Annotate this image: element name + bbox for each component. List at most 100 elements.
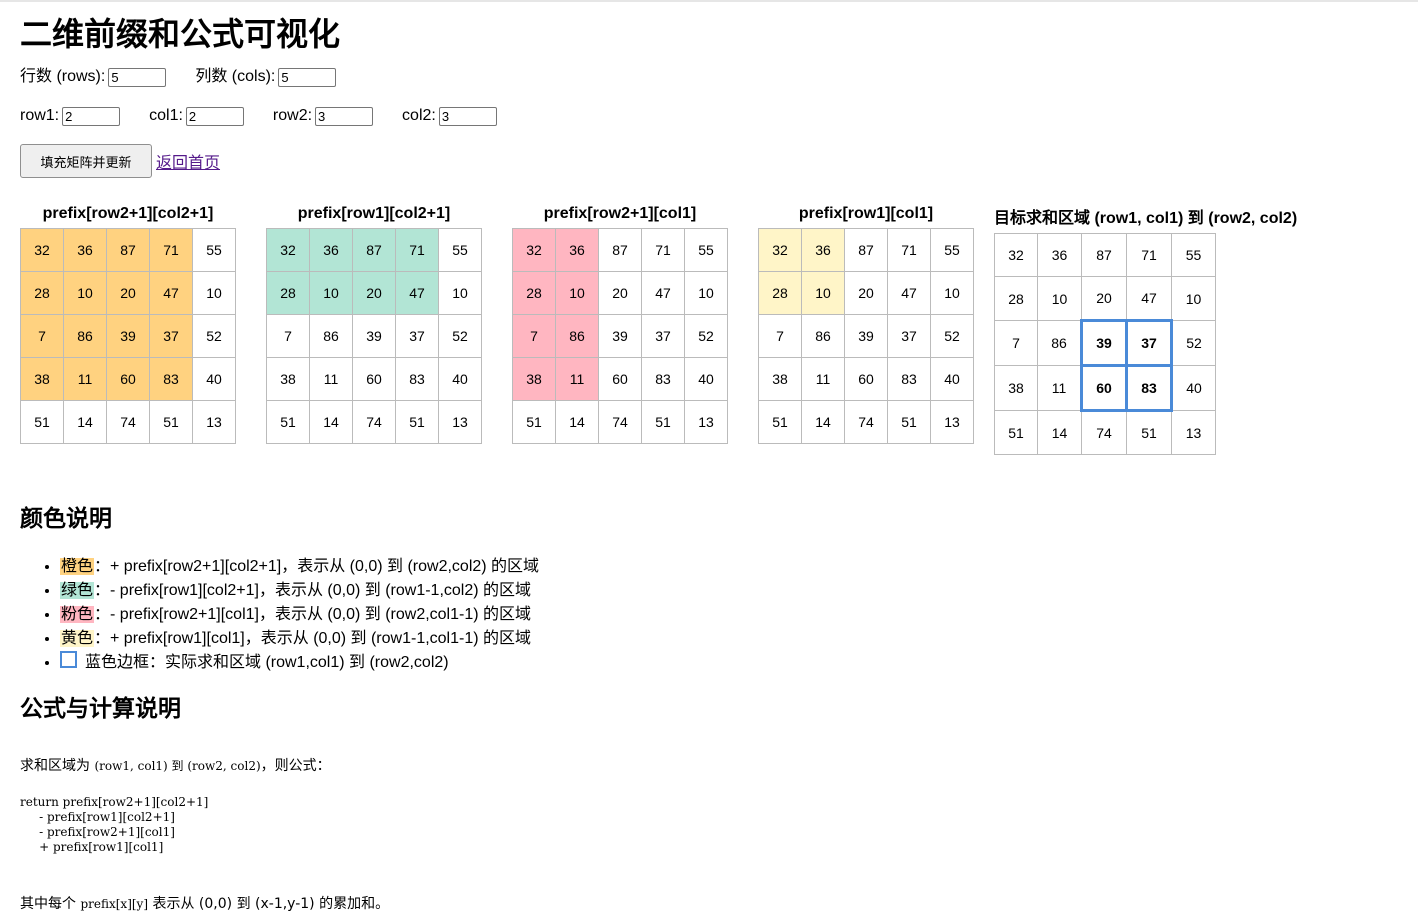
matrix-cell: 40 (930, 357, 974, 401)
matrix-row: 32 36 87 71 55 (20, 228, 236, 272)
matrix-row: 38 11 60 83 40 (758, 357, 974, 401)
prefix-matrix: 32 36 87 71 55 28 10 20 47 10 7 86 39 37 52 38 11 60 83 40 5… (20, 228, 236, 444)
matrix-row: 32 36 87 71 55 (758, 228, 974, 272)
legend-item-text: ：- prefix[row2+1][col1]，表示从 (0,0) 到 (row… (94, 606, 532, 623)
matrix-cell: 86 (1037, 320, 1082, 366)
matrix-cell: 13 (192, 400, 236, 444)
matrix-cell: 38 (266, 357, 310, 401)
matrix-cell: 60 (598, 357, 642, 401)
matrix-cell: 86 (555, 314, 599, 358)
cols-label-text: 列数 (cols): (195, 68, 276, 85)
matrix-cell: 7 (758, 314, 802, 358)
target-matrix: 32 36 87 71 55 28 10 20 47 10 7 86 39 37 52 38 11 60 83 40 5… (994, 233, 1216, 455)
prefix-panel-title: prefix[row2+1][col2+1] (42, 205, 214, 222)
matrix-cell: 10 (1171, 276, 1216, 321)
cols-input[interactable] (278, 67, 337, 87)
matrix-cell: 55 (930, 228, 974, 272)
matrix-cell: 87 (106, 228, 150, 272)
matrix-cell: 47 (1126, 276, 1172, 321)
formula-footer-code: prefix[x][y] (80, 897, 149, 911)
prefix-matrix: 32 36 87 71 55 28 10 20 47 10 7 86 39 37 52 38 11 60 83 40 5… (266, 228, 482, 444)
formula-intro: 求和区域为 (row1, col1) 到 (row2, col2)，则公式： (20, 755, 1418, 775)
matrix-cell: 11 (63, 357, 107, 401)
legend-item-text: ：+ prefix[row1][col1]，表示从 (0,0) 到 (row1-… (94, 630, 532, 647)
matrix-cell: 74 (352, 400, 396, 444)
matrix-row: 7 86 39 37 52 (20, 314, 236, 358)
rows-label: 行数 (rows): (20, 66, 167, 88)
back-home-link[interactable]: 返回首页 (156, 149, 220, 173)
matrix-cell: 7 (266, 314, 310, 358)
legend-color-tag: 粉色 (60, 606, 95, 623)
matrix-cell: 28 (20, 271, 64, 315)
matrix-cell: 10 (684, 271, 728, 315)
prefix-panel-title: prefix[row2+1][col1] (543, 205, 697, 222)
matrix-row: 7 86 39 37 52 (994, 319, 1216, 367)
matrix-cell: 32 (266, 228, 310, 272)
matrix-cell: 52 (438, 314, 482, 358)
legend-heading: 颜色说明 (20, 506, 112, 532)
matrix-cell: 40 (684, 357, 728, 401)
legend-item: 粉色：- prefix[row2+1][col1]，表示从 (0,0) 到 (r… (60, 603, 1418, 627)
prefix-panel-1: prefix[row2+1][col2+1] 32 36 87 71 55 28 10 20 47… (10, 204, 236, 444)
matrix-cell: 87 (352, 228, 396, 272)
matrix-cell: 83 (395, 357, 439, 401)
matrix-cell: 11 (309, 357, 353, 401)
target-panel: 目标求和区域 (row1, col1) 到 (row2, col2) 32 36 87… (994, 204, 1297, 455)
matrix-cell: 20 (352, 271, 396, 315)
row2-label-text: row2: (272, 107, 313, 124)
matrix-cell: 32 (20, 228, 64, 272)
matrix-cell: 47 (149, 271, 193, 315)
matrix-cell: 51 (1126, 410, 1172, 455)
matrix-cell: 38 (512, 357, 556, 401)
matrix-cell: 52 (1171, 320, 1216, 366)
matrix-cell: 11 (555, 357, 599, 401)
matrix-cell: 86 (801, 314, 845, 358)
matrix-cell: 51 (266, 400, 310, 444)
matrix-cell: 51 (641, 400, 685, 444)
matrix-cell: 36 (801, 228, 845, 272)
matrix-cell: 47 (395, 271, 439, 315)
fill-update-button[interactable]: 填充矩阵并更新 (20, 144, 152, 178)
matrix-cell: 11 (801, 357, 845, 401)
matrix-cell: 32 (758, 228, 802, 272)
matrix-cell: 38 (994, 365, 1038, 411)
matrix-cell: 36 (309, 228, 353, 272)
legend-color-tag: 黄色 (60, 630, 95, 647)
matrix-cell: 55 (1171, 233, 1216, 277)
page: 二维前缀和公式可视化 行数 (rows): 列数 (cols): row1: c… (0, 14, 1418, 911)
matrix-cell: 83 (1125, 364, 1173, 412)
row2-input[interactable] (315, 106, 374, 126)
row1-input[interactable] (62, 106, 121, 126)
matrix-cell: 32 (512, 228, 556, 272)
col1-input[interactable] (185, 106, 244, 126)
matrix-cell: 11 (1037, 365, 1082, 411)
matrix-cell: 40 (1171, 365, 1216, 411)
matrix-cell: 14 (801, 400, 845, 444)
matrix-cell: 13 (1171, 410, 1216, 455)
col2-label-text: col2: (402, 107, 436, 124)
matrix-cell: 71 (395, 228, 439, 272)
col2-input[interactable] (438, 106, 497, 126)
matrix-row: 28 10 20 47 10 (512, 271, 728, 315)
matrix-cell: 74 (844, 400, 888, 444)
matrix-cell: 74 (1081, 410, 1127, 455)
matrix-row: 28 10 20 47 10 (20, 271, 236, 315)
matrix-row: 51 14 74 51 13 (20, 400, 236, 444)
legend-item: 橙色：+ prefix[row2+1][col2+1]，表示从 (0,0) 到 … (60, 555, 1418, 579)
color-legend: 橙色：+ prefix[row2+1][col2+1]，表示从 (0,0) 到 … (20, 555, 1418, 675)
matrix-cell: 28 (758, 271, 802, 315)
matrix-cell: 7 (512, 314, 556, 358)
prefix-panel-title: prefix[row1][col1] (798, 205, 934, 222)
matrix-cell: 60 (844, 357, 888, 401)
rows-input[interactable] (108, 67, 167, 87)
matrix-cell: 52 (930, 314, 974, 358)
row1-label: row1: (20, 105, 121, 127)
top-divider (0, 0, 1418, 2)
matrix-cell: 14 (309, 400, 353, 444)
matrix-cell: 20 (1081, 276, 1127, 321)
formula-footer-prefix: 其中每个 (20, 896, 81, 911)
matrix-cell: 55 (438, 228, 482, 272)
matrix-cell: 39 (352, 314, 396, 358)
matrix-cell: 10 (63, 271, 107, 315)
matrix-cell: 37 (149, 314, 193, 358)
